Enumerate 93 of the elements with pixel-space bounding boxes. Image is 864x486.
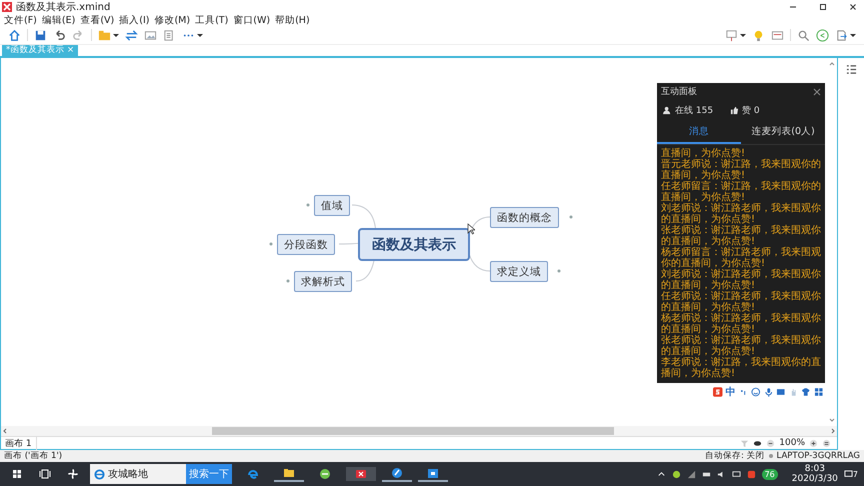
grid-icon[interactable]: [814, 387, 823, 397]
computer-name: LAPTOP-3GQRRLAG: [776, 451, 860, 461]
menu-item[interactable]: 查看(V): [80, 14, 114, 26]
menu-item[interactable]: 窗口(W): [233, 14, 270, 26]
expand-dot-icon[interactable]: [268, 241, 274, 247]
tray-app-icon[interactable]: [672, 470, 681, 478]
zoom-in-icon[interactable]: [809, 438, 818, 448]
thumbs-up-icon: [730, 106, 740, 115]
scroll-down-icon[interactable]: [828, 416, 836, 424]
search-icon[interactable]: [797, 28, 810, 42]
chat-message: 杨老师留言：谢江路老师，我来围观你的直播间，为你点赞!: [661, 247, 821, 269]
shirt-icon[interactable]: [801, 387, 810, 397]
notification-count: 7: [852, 470, 858, 478]
taskbar-search-field[interactable]: 攻城略地: [90, 464, 186, 484]
scrollbar-thumb[interactable]: [212, 427, 614, 435]
menu-item[interactable]: 工具(T): [195, 14, 228, 26]
window-title: 函数及其表示.xmind: [16, 0, 110, 14]
outline-icon[interactable]: [846, 64, 856, 75]
zoom-out-icon[interactable]: [766, 438, 776, 448]
emoji-icon[interactable]: [751, 387, 760, 397]
battery-icon[interactable]: [702, 470, 711, 478]
maximize-icon[interactable]: [818, 2, 828, 12]
lightbulb-icon[interactable]: [752, 28, 765, 42]
chat-message: 李老师说：谢江路，我来围观你的直播间，为你点赞!: [661, 357, 821, 379]
chat-message: 晋元老师说：谢江路，我来围观你的直播间，为你点赞!: [661, 159, 821, 181]
autosave-status[interactable]: 自动保存: 关闭: [704, 450, 765, 462]
scroll-up-icon[interactable]: [828, 60, 836, 68]
topic-node[interactable]: 值域: [314, 195, 350, 216]
menu-item[interactable]: 插入(I): [119, 14, 150, 26]
chat-message: 杨老师说：谢江路老师，我来围观你的直播间，为你点赞!: [661, 313, 821, 335]
scroll-right-icon[interactable]: [829, 427, 837, 435]
dropdown-icon[interactable]: [113, 32, 119, 38]
swap-icon[interactable]: [125, 28, 138, 42]
expand-dot-icon[interactable]: [556, 268, 562, 274]
topic-node[interactable]: 求解析式: [294, 271, 352, 292]
note-icon[interactable]: [163, 28, 176, 42]
xmind-icon[interactable]: [346, 467, 376, 481]
sogou-tray-icon[interactable]: [746, 470, 756, 478]
like-count: 赞 0: [742, 104, 760, 117]
punctuation-icon[interactable]: [738, 387, 748, 397]
panel-tab[interactable]: 消息: [657, 121, 741, 144]
menu-item[interactable]: 文件(F): [4, 14, 37, 26]
expand-dot-icon[interactable]: [568, 214, 574, 220]
menu-item[interactable]: 编辑(E): [42, 14, 76, 26]
chat-message: 任老师说：谢江路老师，我来围观你的直播间，为你点赞!: [661, 291, 821, 313]
keyboard-icon[interactable]: [776, 387, 786, 397]
online-count: 在线 155: [675, 104, 714, 117]
image-icon[interactable]: [144, 28, 157, 42]
ime-mode[interactable]: 中: [726, 385, 736, 399]
clock-time[interactable]: 8:03: [804, 464, 825, 474]
topic-node[interactable]: 分段函数: [277, 234, 335, 255]
share-icon[interactable]: [816, 28, 829, 42]
home-icon[interactable]: [8, 28, 21, 42]
file-explorer-icon[interactable]: [274, 466, 304, 482]
display-icon[interactable]: [732, 470, 741, 478]
dropdown-icon[interactable]: [740, 32, 746, 38]
scroll-left-icon[interactable]: [1, 427, 9, 435]
chat-message: 刘老师说：谢江路老师，我来围观你的直播间，为你点赞!: [661, 269, 821, 291]
chat-message: 张老师说：谢江路老师，我来围观你的直播间，为你点赞!: [661, 335, 821, 357]
search-button[interactable]: 搜索一下: [186, 464, 232, 484]
fit-icon[interactable]: [822, 438, 831, 448]
menu-item[interactable]: 修改(M): [154, 14, 190, 26]
chevron-up-icon[interactable]: [656, 470, 666, 478]
panel-icon[interactable]: [771, 28, 784, 42]
calendar-icon[interactable]: [418, 466, 448, 482]
close-icon[interactable]: [848, 2, 858, 12]
microphone-icon[interactable]: [764, 387, 773, 397]
eye-icon[interactable]: [753, 438, 762, 448]
topic-node[interactable]: 函数的概念: [490, 207, 559, 228]
zoom-level: 100%: [779, 438, 805, 448]
expand-dot-icon[interactable]: [305, 202, 311, 208]
chat-message: 直播间，为你点赞!: [661, 148, 746, 159]
chat-message: 任老师留言：谢江路，我来围观你的直播间，为你点赞!: [661, 181, 821, 203]
users-icon: [663, 106, 672, 115]
ie-logo-icon: [94, 468, 105, 480]
map-pin-icon[interactable]: [382, 466, 412, 482]
dropdown-icon[interactable]: [850, 32, 856, 38]
save-icon[interactable]: [34, 28, 47, 42]
clock-date[interactable]: 2020/3/30: [792, 474, 838, 484]
status-text: 画布 ('画布 1'): [4, 450, 62, 462]
panel-tab[interactable]: 连麦列表(0人): [741, 121, 825, 144]
panel-title: 互动面板: [661, 86, 697, 98]
notification-icon[interactable]: [844, 470, 853, 478]
menu-item[interactable]: 帮助(H): [275, 14, 310, 26]
mouse-cursor-icon: [467, 223, 475, 235]
chat-message: 张老师说：谢江路老师，我来围观你的直播间，为你点赞!: [661, 225, 821, 247]
central-topic[interactable]: 函数及其表示: [358, 228, 470, 261]
export-icon[interactable]: [835, 28, 848, 42]
chat-message: 刘老师说：谢江路老师，我来围观你的直播间，为你点赞!: [661, 203, 821, 225]
expand-dot-icon[interactable]: [285, 278, 291, 284]
dropdown-icon[interactable]: [197, 32, 203, 38]
user-icon: [768, 453, 774, 459]
topic-node[interactable]: 求定义域: [490, 261, 548, 282]
